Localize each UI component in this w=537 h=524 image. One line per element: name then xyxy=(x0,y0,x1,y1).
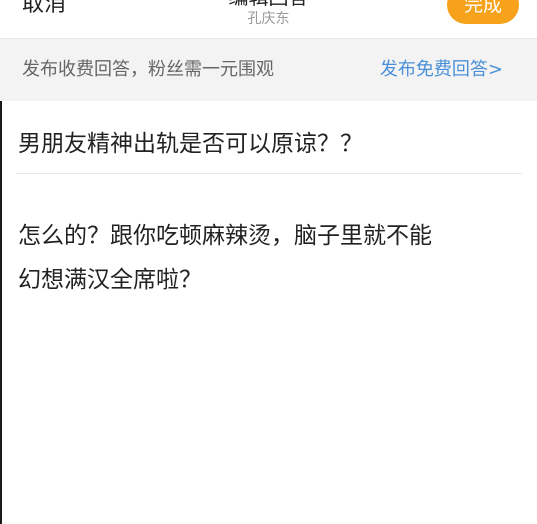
question-title: 男朋友精神出轨是否可以原谅？？ xyxy=(18,131,363,157)
top-nav-bar: 取消 编辑回答 孔庆东 完成 xyxy=(0,0,537,38)
paid-answer-notice-bar: 发布收费回答，粉丝需一元围观 发布免费回答> xyxy=(0,38,537,101)
publish-free-answer-link[interactable]: 发布免费回答> xyxy=(380,58,503,82)
edit-answer-screen: 取消 编辑回答 孔庆东 完成 发布收费回答，粉丝需一元围观 发布免费回答> 男朋… xyxy=(0,0,537,524)
done-button[interactable]: 完成 xyxy=(447,0,519,24)
notice-text: 发布收费回答，粉丝需一元围观 xyxy=(22,59,274,80)
answer-body-editor[interactable]: 怎么的？跟你吃顿麻辣烫，脑子里就不能 幻想满汉全席啦？ xyxy=(18,214,518,302)
left-edge-border xyxy=(0,101,2,524)
divider xyxy=(16,173,522,174)
